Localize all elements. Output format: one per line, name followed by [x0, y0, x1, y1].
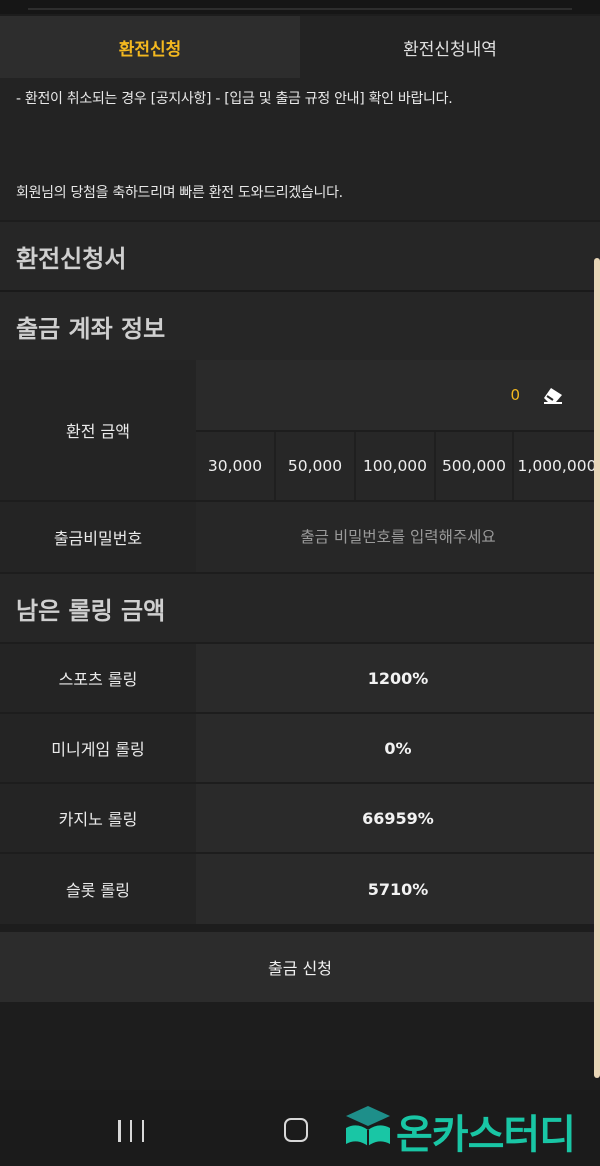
minigame-rolling-label: 미니게임 롤링: [0, 714, 196, 782]
scrollbar[interactable]: [594, 258, 600, 1078]
form-title: 환전신청서: [0, 222, 600, 290]
amount-label: 환전 금액: [0, 360, 196, 500]
eraser-icon[interactable]: [542, 386, 564, 404]
quick-amount-30000[interactable]: 30,000: [196, 432, 274, 500]
slot-rolling-value: 5710%: [196, 854, 600, 924]
withdrawal-submit-button[interactable]: 출금 신청: [0, 932, 600, 1002]
watermark-text: 온카스터디: [396, 1112, 576, 1158]
quick-amount-500000[interactable]: 500,000: [434, 432, 512, 500]
tab-bar: 환전신청 환전신청내역: [0, 16, 600, 78]
quick-amount-100000[interactable]: 100,000: [354, 432, 434, 500]
casino-rolling-value: 66959%: [196, 784, 600, 852]
top-bar-line: [28, 8, 572, 10]
withdrawal-password-input[interactable]: [196, 502, 600, 572]
rolling-section-title: 남은 롤링 금액: [0, 574, 600, 642]
top-bar: [0, 0, 600, 14]
notice-line-2: 회원님의 당첨을 축하드리며 빠른 환전 도와드리겠습니다.: [16, 185, 343, 201]
withdrawal-page: 환전신청 환전신청내역 - 환전이 취소되는 경우 [공지사항] - [입금 및…: [0, 0, 600, 1166]
minigame-rolling-value: 0%: [196, 714, 600, 782]
password-label: 출금비밀번호: [0, 502, 196, 572]
quick-amount-1000000[interactable]: 1,000,000: [512, 432, 600, 500]
notice-line-1: - 환전이 취소되는 경우 [공지사항] - [입금 및 출금 규정 안내] 확…: [16, 91, 453, 107]
sports-rolling-label: 스포츠 롤링: [0, 644, 196, 712]
tab-exchange-history[interactable]: 환전신청내역: [300, 16, 600, 78]
notice-box: - 환전이 취소되는 경우 [공지사항] - [입금 및 출금 규정 안내] 확…: [0, 78, 600, 220]
book-cap-logo-icon: [346, 1106, 390, 1146]
tab-exchange-request[interactable]: 환전신청: [0, 16, 300, 78]
recent-apps-icon[interactable]: [118, 1120, 144, 1142]
home-icon[interactable]: [284, 1118, 308, 1142]
casino-rolling-label: 카지노 롤링: [0, 784, 196, 852]
account-section-title: 출금 계좌 정보: [0, 292, 600, 360]
quick-amount-50000[interactable]: 50,000: [274, 432, 354, 500]
amount-field[interactable]: 0: [196, 360, 600, 430]
slot-rolling-label: 슬롯 롤링: [0, 854, 196, 924]
quick-amount-row: 30,000 50,000 100,000 500,000 1,000,000: [196, 432, 600, 500]
sports-rolling-value: 1200%: [196, 644, 600, 712]
amount-value: 0: [510, 386, 520, 404]
